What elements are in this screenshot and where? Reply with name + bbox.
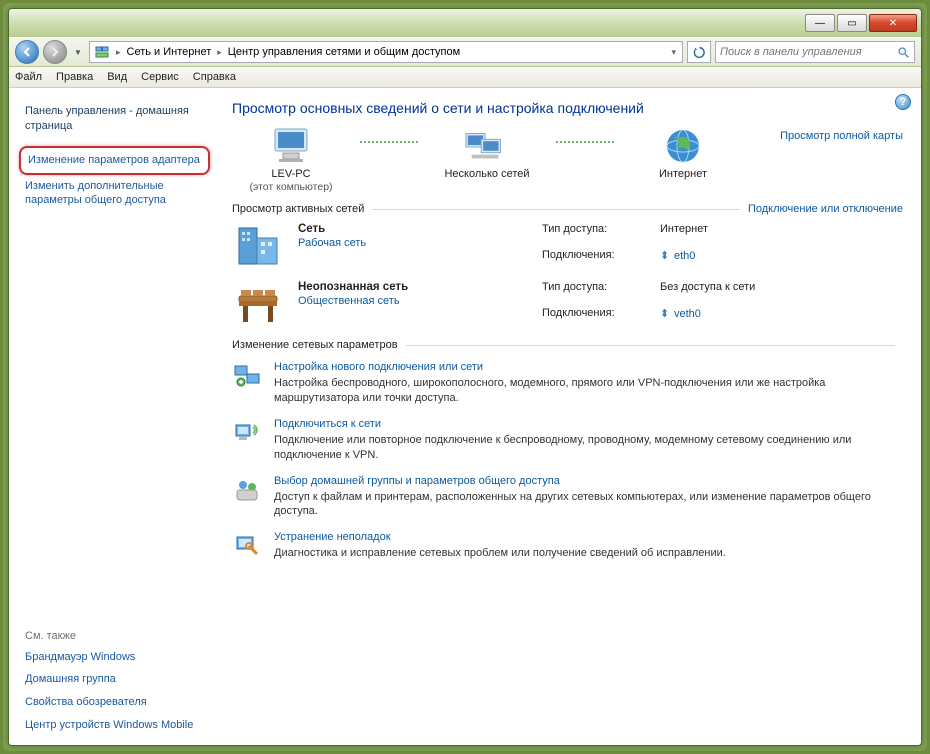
homegroup-icon [232,475,262,505]
nav-history-dropdown[interactable]: ▼ [71,42,85,62]
connect-disconnect-link[interactable]: Подключение или отключение [748,203,903,215]
change-settings-header: Изменение сетевых параметров [232,339,398,351]
net1-access-label: Тип доступа: [542,223,652,245]
setting-connect-desc: Подключение или повторное подключение к … [274,433,903,463]
setting-troubleshoot-link[interactable]: Устранение неполадок [274,531,726,543]
map-pc[interactable]: LEV-PC (этот компьютер) [232,126,350,193]
work-network-icon [232,223,284,271]
setting-new-conn-link[interactable]: Настройка нового подключения или сети [274,361,903,373]
net2-conn-link[interactable]: ⬍veth0 [660,307,903,330]
map-multi[interactable]: Несколько сетей [428,126,546,181]
menu-help[interactable]: Справка [193,71,236,83]
sidebar-item-homegroup[interactable]: Домашняя группа [19,668,210,691]
setting-homegroup-link[interactable]: Выбор домашней группы и параметров общег… [274,475,903,487]
connection-line-icon [556,141,614,143]
forward-button[interactable] [43,40,67,64]
map-pc-sub: (этот компьютер) [249,181,332,193]
menu-view[interactable]: Вид [107,71,127,83]
public-network-icon [232,281,284,329]
search-icon [897,46,910,59]
adapter-icon: ⬍ [660,249,670,261]
adapter-icon: ⬍ [660,307,670,319]
net1-type-link[interactable]: Рабочая сеть [298,237,366,249]
chevron-right-icon: ▸ [114,47,123,58]
setting-connect-link[interactable]: Подключиться к сети [274,418,903,430]
main-content: ? Просмотр основных сведений о сети и на… [214,88,921,745]
search-box[interactable] [715,41,915,63]
net1-conn-link[interactable]: ⬍eth0 [660,249,903,272]
sidebar-item-ie-options[interactable]: Свойства обозревателя [19,691,210,714]
setting-troubleshoot: Устранение неполадок Диагностика и испра… [232,531,903,561]
see-also-label: См. также [19,626,210,646]
net2-access-label: Тип доступа: [542,281,652,303]
net2-access-value: Без доступа к сети [660,281,903,303]
minimize-button[interactable]: — [805,14,835,32]
titlebar: — ▭ ✕ [9,9,921,37]
net2-type-link[interactable]: Общественная сеть [298,295,400,307]
breadcrumb[interactable]: ▸ Сеть и Интернет ▸ Центр управления сет… [89,41,683,63]
net2-conn-label: Подключения: [542,307,652,330]
net1-conn-label: Подключения: [542,249,652,272]
setting-homegroup: Выбор домашней группы и параметров общег… [232,475,903,520]
help-icon[interactable]: ? [895,94,911,110]
network-map: LEV-PC (этот компьютер) Несколько сетей … [232,126,903,193]
full-map-link[interactable]: Просмотр полной карты [780,130,903,142]
menu-file[interactable]: Файл [15,71,42,83]
map-internet-name: Интернет [659,168,707,181]
connect-icon [232,418,262,448]
control-panel-window: — ▭ ✕ ▼ ▸ Сеть и Интернет ▸ Центр управл… [8,8,922,746]
sidebar-item-sharing-settings[interactable]: Изменить дополнительные параметры общего… [19,175,210,213]
search-input[interactable] [720,46,897,58]
sidebar-item-home[interactable]: Панель управления - домашняя страница [19,100,210,138]
globe-icon [660,126,706,166]
network-item-2: Неопознанная сеть Общественная сеть Тип … [232,281,903,329]
menu-service[interactable]: Сервис [141,71,179,83]
network-panel-icon [94,44,110,60]
sidebar-item-adapter-settings[interactable]: Изменение параметров адаптера [19,146,210,175]
breadcrumb-seg1[interactable]: Сеть и Интернет [127,46,212,58]
multi-network-icon [464,126,510,166]
net1-title: Сеть [298,223,528,235]
close-button[interactable]: ✕ [869,14,917,32]
connection-line-icon [360,141,418,143]
net1-access-value: Интернет [660,223,903,245]
setting-new-connection: Настройка нового подключения или сети На… [232,361,903,406]
refresh-button[interactable] [687,41,711,63]
breadcrumb-seg2[interactable]: Центр управления сетями и общим доступом [228,46,460,58]
back-button[interactable] [15,40,39,64]
troubleshoot-icon [232,531,262,561]
map-internet[interactable]: Интернет [624,126,742,181]
maximize-button[interactable]: ▭ [837,14,867,32]
net2-title: Неопознанная сеть [298,281,528,293]
setting-troubleshoot-desc: Диагностика и исправление сетевых пробле… [274,546,726,561]
menu-bar: Файл Правка Вид Сервис Справка [9,67,921,88]
active-networks-header: Просмотр активных сетей [232,203,364,215]
sidebar-item-windows-mobile[interactable]: Центр устройств Windows Mobile [19,714,210,737]
setting-new-conn-desc: Настройка беспроводного, широкополосного… [274,376,903,406]
setting-homegroup-desc: Доступ к файлам и принтерам, расположенн… [274,490,903,520]
map-multi-name: Несколько сетей [444,168,529,181]
page-title: Просмотр основных сведений о сети и наст… [232,100,903,116]
breadcrumb-dropdown-icon[interactable]: ▾ [669,47,678,58]
sidebar: Панель управления - домашняя страница Из… [9,88,214,745]
computer-icon [268,126,314,166]
nav-row: ▼ ▸ Сеть и Интернет ▸ Центр управления с… [9,37,921,67]
setting-connect: Подключиться к сети Подключение или повт… [232,418,903,463]
sidebar-item-firewall[interactable]: Брандмауэр Windows [19,646,210,669]
chevron-right-icon: ▸ [215,47,224,58]
map-pc-name: LEV-PC [271,168,310,181]
network-item-1: Сеть Рабочая сеть Тип доступа: Интернет … [232,223,903,271]
menu-edit[interactable]: Правка [56,71,93,83]
new-connection-icon [232,361,262,391]
